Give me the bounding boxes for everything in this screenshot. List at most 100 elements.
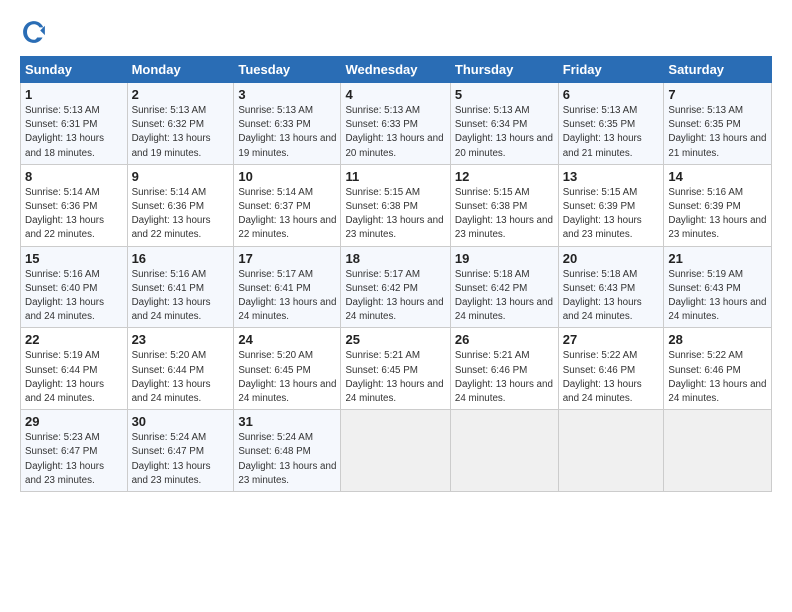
day-detail: Sunrise: 5:24 AMSunset: 6:47 PMDaylight:…	[132, 432, 211, 486]
calendar-cell: 25 Sunrise: 5:21 AMSunset: 6:45 PMDaylig…	[341, 328, 450, 410]
day-detail: Sunrise: 5:14 AMSunset: 6:36 PMDaylight:…	[132, 187, 211, 241]
day-number: 12	[455, 169, 554, 184]
day-number: 24	[238, 332, 336, 347]
col-header-thursday: Thursday	[450, 57, 558, 83]
day-detail: Sunrise: 5:13 AMSunset: 6:31 PMDaylight:…	[25, 105, 104, 159]
col-header-tuesday: Tuesday	[234, 57, 341, 83]
day-detail: Sunrise: 5:20 AMSunset: 6:44 PMDaylight:…	[132, 350, 211, 404]
day-number: 26	[455, 332, 554, 347]
day-detail: Sunrise: 5:14 AMSunset: 6:36 PMDaylight:…	[25, 187, 104, 241]
calendar-cell: 9 Sunrise: 5:14 AMSunset: 6:36 PMDayligh…	[127, 164, 234, 246]
day-detail: Sunrise: 5:21 AMSunset: 6:45 PMDaylight:…	[345, 350, 443, 404]
calendar-cell: 20 Sunrise: 5:18 AMSunset: 6:43 PMDaylig…	[558, 246, 664, 328]
col-header-wednesday: Wednesday	[341, 57, 450, 83]
day-number: 1	[25, 87, 123, 102]
logo-icon	[20, 18, 48, 46]
week-row-4: 22 Sunrise: 5:19 AMSunset: 6:44 PMDaylig…	[21, 328, 772, 410]
calendar-cell: 16 Sunrise: 5:16 AMSunset: 6:41 PMDaylig…	[127, 246, 234, 328]
day-number: 18	[345, 251, 445, 266]
day-number: 6	[563, 87, 660, 102]
day-detail: Sunrise: 5:20 AMSunset: 6:45 PMDaylight:…	[238, 350, 336, 404]
calendar-table: SundayMondayTuesdayWednesdayThursdayFrid…	[20, 56, 772, 492]
day-detail: Sunrise: 5:22 AMSunset: 6:46 PMDaylight:…	[668, 350, 766, 404]
day-number: 10	[238, 169, 336, 184]
day-detail: Sunrise: 5:16 AMSunset: 6:39 PMDaylight:…	[668, 187, 766, 241]
day-number: 23	[132, 332, 230, 347]
calendar-cell	[450, 410, 558, 492]
calendar-cell: 7 Sunrise: 5:13 AMSunset: 6:35 PMDayligh…	[664, 83, 772, 165]
day-number: 15	[25, 251, 123, 266]
day-number: 5	[455, 87, 554, 102]
day-number: 8	[25, 169, 123, 184]
day-detail: Sunrise: 5:23 AMSunset: 6:47 PMDaylight:…	[25, 432, 104, 486]
day-detail: Sunrise: 5:18 AMSunset: 6:43 PMDaylight:…	[563, 269, 642, 323]
day-detail: Sunrise: 5:13 AMSunset: 6:33 PMDaylight:…	[345, 105, 443, 159]
day-detail: Sunrise: 5:18 AMSunset: 6:42 PMDaylight:…	[455, 269, 553, 323]
calendar-cell: 17 Sunrise: 5:17 AMSunset: 6:41 PMDaylig…	[234, 246, 341, 328]
day-detail: Sunrise: 5:17 AMSunset: 6:42 PMDaylight:…	[345, 269, 443, 323]
day-detail: Sunrise: 5:15 AMSunset: 6:38 PMDaylight:…	[345, 187, 443, 241]
calendar-cell	[558, 410, 664, 492]
calendar-cell: 1 Sunrise: 5:13 AMSunset: 6:31 PMDayligh…	[21, 83, 128, 165]
day-number: 2	[132, 87, 230, 102]
calendar-cell: 19 Sunrise: 5:18 AMSunset: 6:42 PMDaylig…	[450, 246, 558, 328]
day-number: 4	[345, 87, 445, 102]
day-number: 13	[563, 169, 660, 184]
day-number: 16	[132, 251, 230, 266]
day-number: 7	[668, 87, 767, 102]
week-row-2: 8 Sunrise: 5:14 AMSunset: 6:36 PMDayligh…	[21, 164, 772, 246]
calendar-cell: 8 Sunrise: 5:14 AMSunset: 6:36 PMDayligh…	[21, 164, 128, 246]
calendar-cell: 31 Sunrise: 5:24 AMSunset: 6:48 PMDaylig…	[234, 410, 341, 492]
calendar-cell: 26 Sunrise: 5:21 AMSunset: 6:46 PMDaylig…	[450, 328, 558, 410]
day-number: 17	[238, 251, 336, 266]
day-number: 14	[668, 169, 767, 184]
calendar-cell: 29 Sunrise: 5:23 AMSunset: 6:47 PMDaylig…	[21, 410, 128, 492]
calendar-cell: 21 Sunrise: 5:19 AMSunset: 6:43 PMDaylig…	[664, 246, 772, 328]
col-header-sunday: Sunday	[21, 57, 128, 83]
day-number: 29	[25, 414, 123, 429]
week-row-3: 15 Sunrise: 5:16 AMSunset: 6:40 PMDaylig…	[21, 246, 772, 328]
header	[20, 18, 772, 46]
logo	[20, 18, 52, 46]
calendar-cell: 27 Sunrise: 5:22 AMSunset: 6:46 PMDaylig…	[558, 328, 664, 410]
calendar-cell: 10 Sunrise: 5:14 AMSunset: 6:37 PMDaylig…	[234, 164, 341, 246]
calendar-cell: 23 Sunrise: 5:20 AMSunset: 6:44 PMDaylig…	[127, 328, 234, 410]
calendar-cell: 5 Sunrise: 5:13 AMSunset: 6:34 PMDayligh…	[450, 83, 558, 165]
day-number: 30	[132, 414, 230, 429]
calendar-cell: 3 Sunrise: 5:13 AMSunset: 6:33 PMDayligh…	[234, 83, 341, 165]
calendar-cell: 2 Sunrise: 5:13 AMSunset: 6:32 PMDayligh…	[127, 83, 234, 165]
day-number: 25	[345, 332, 445, 347]
day-detail: Sunrise: 5:13 AMSunset: 6:33 PMDaylight:…	[238, 105, 336, 159]
calendar-cell: 13 Sunrise: 5:15 AMSunset: 6:39 PMDaylig…	[558, 164, 664, 246]
day-number: 22	[25, 332, 123, 347]
calendar-cell: 18 Sunrise: 5:17 AMSunset: 6:42 PMDaylig…	[341, 246, 450, 328]
day-number: 11	[345, 169, 445, 184]
day-detail: Sunrise: 5:13 AMSunset: 6:34 PMDaylight:…	[455, 105, 553, 159]
page: SundayMondayTuesdayWednesdayThursdayFrid…	[0, 0, 792, 502]
calendar-cell	[664, 410, 772, 492]
calendar-cell: 11 Sunrise: 5:15 AMSunset: 6:38 PMDaylig…	[341, 164, 450, 246]
day-detail: Sunrise: 5:19 AMSunset: 6:44 PMDaylight:…	[25, 350, 104, 404]
calendar-cell: 15 Sunrise: 5:16 AMSunset: 6:40 PMDaylig…	[21, 246, 128, 328]
day-detail: Sunrise: 5:13 AMSunset: 6:35 PMDaylight:…	[668, 105, 766, 159]
calendar-cell: 14 Sunrise: 5:16 AMSunset: 6:39 PMDaylig…	[664, 164, 772, 246]
day-number: 27	[563, 332, 660, 347]
day-detail: Sunrise: 5:15 AMSunset: 6:39 PMDaylight:…	[563, 187, 642, 241]
day-number: 9	[132, 169, 230, 184]
day-detail: Sunrise: 5:17 AMSunset: 6:41 PMDaylight:…	[238, 269, 336, 323]
day-number: 21	[668, 251, 767, 266]
day-number: 31	[238, 414, 336, 429]
col-header-monday: Monday	[127, 57, 234, 83]
day-number: 3	[238, 87, 336, 102]
day-detail: Sunrise: 5:19 AMSunset: 6:43 PMDaylight:…	[668, 269, 766, 323]
calendar-cell: 22 Sunrise: 5:19 AMSunset: 6:44 PMDaylig…	[21, 328, 128, 410]
calendar-cell: 30 Sunrise: 5:24 AMSunset: 6:47 PMDaylig…	[127, 410, 234, 492]
day-detail: Sunrise: 5:13 AMSunset: 6:32 PMDaylight:…	[132, 105, 211, 159]
calendar-cell: 24 Sunrise: 5:20 AMSunset: 6:45 PMDaylig…	[234, 328, 341, 410]
day-detail: Sunrise: 5:13 AMSunset: 6:35 PMDaylight:…	[563, 105, 642, 159]
week-row-5: 29 Sunrise: 5:23 AMSunset: 6:47 PMDaylig…	[21, 410, 772, 492]
col-header-saturday: Saturday	[664, 57, 772, 83]
day-number: 19	[455, 251, 554, 266]
day-detail: Sunrise: 5:21 AMSunset: 6:46 PMDaylight:…	[455, 350, 553, 404]
day-detail: Sunrise: 5:22 AMSunset: 6:46 PMDaylight:…	[563, 350, 642, 404]
